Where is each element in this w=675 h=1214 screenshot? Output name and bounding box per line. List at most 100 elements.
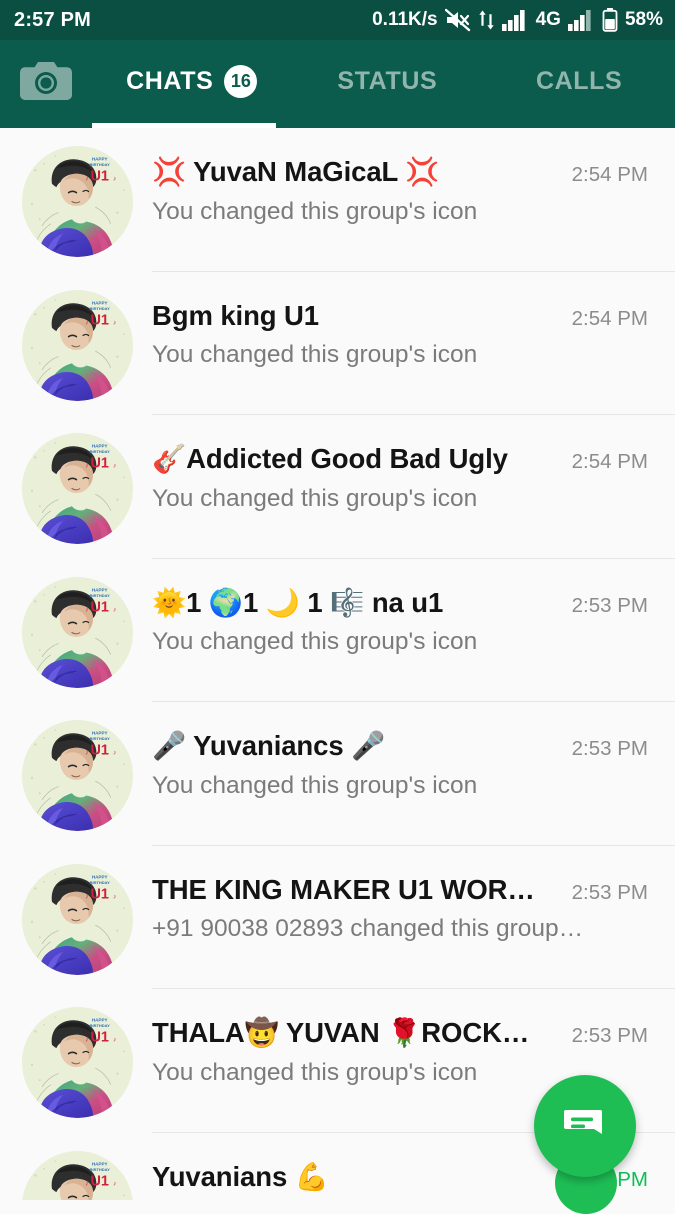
svg-text:♪: ♪: [85, 893, 88, 900]
chat-list-item[interactable]: HAPPY BIRTHDAY U1 ♪ ♪ Bgm king U1 2:54 P…: [0, 272, 675, 415]
svg-text:BIRTHDAY: BIRTHDAY: [90, 736, 111, 741]
chat-subtitle: You changed this group's icon: [152, 484, 478, 512]
signal-bars-icon: [501, 10, 525, 31]
avatar[interactable]: HAPPY BIRTHDAY U1 ♪ ♪: [22, 146, 133, 257]
avatar[interactable]: HAPPY BIRTHDAY U1 ♪ ♪: [22, 1150, 133, 1200]
chat-timestamp: 2:54 PM: [571, 163, 648, 186]
chat-row-body: 🎸Addicted Good Bad Ugly 2:54 PM You chan…: [152, 433, 648, 513]
svg-text:♪: ♪: [113, 606, 116, 613]
signal-bars-icon: [567, 10, 591, 31]
svg-text:BIRTHDAY: BIRTHDAY: [90, 1023, 111, 1028]
status-icons-group: 0.11K/s 4G 58%: [372, 8, 663, 32]
tab-bar: CHATS 16 STATUS CALLS: [0, 40, 675, 128]
mute-icon: [444, 8, 470, 32]
tab-status[interactable]: STATUS: [291, 40, 483, 128]
chat-title: 🎤 Yuvaniancs 🎤: [152, 730, 386, 761]
svg-text:♪: ♪: [85, 1180, 88, 1187]
new-chat-message-icon: [564, 1110, 602, 1134]
chat-list-item[interactable]: HAPPY BIRTHDAY U1 ♪ ♪ THE KING MAKER U1 …: [0, 846, 675, 989]
chat-title: 💢 YuvaN MaGicaL 💢: [152, 156, 440, 187]
svg-text:♪: ♪: [113, 1036, 116, 1043]
chat-row-body: Bgm king U1 2:54 PM You changed this gro…: [152, 290, 648, 370]
chat-title: THE KING MAKER U1 WOR…: [152, 873, 535, 905]
svg-text:♪: ♪: [85, 606, 88, 613]
chat-title: THALA🤠 YUVAN 🌹ROCK…: [152, 1017, 530, 1048]
chat-subtitle: You changed this group's icon: [152, 341, 478, 369]
chat-list-item[interactable]: HAPPY BIRTHDAY U1 ♪ ♪ 🌞1 🌍1 🌙 1 🎼 na u1 …: [0, 559, 675, 702]
svg-text:BIRTHDAY: BIRTHDAY: [90, 592, 111, 597]
svg-text:U1: U1: [90, 886, 108, 902]
chat-row-body: 💢 YuvaN MaGicaL 💢 2:54 PM You changed th…: [152, 146, 648, 226]
chat-title: 🎸Addicted Good Bad Ugly: [152, 443, 508, 474]
new-chat-fab[interactable]: [534, 1075, 636, 1177]
svg-text:HAPPY: HAPPY: [92, 730, 108, 735]
svg-text:U1: U1: [90, 742, 108, 758]
chat-subtitle: You changed this group's icon: [152, 771, 478, 799]
chat-timestamp: 2:53 PM: [571, 737, 648, 760]
tab-calls[interactable]: CALLS: [483, 40, 675, 128]
chat-row-body: THE KING MAKER U1 WOR… 2:53 PM +91 90038…: [152, 864, 648, 944]
chat-list-item[interactable]: HAPPY BIRTHDAY U1 ♪ ♪ 💢 YuvaN MaGicaL 💢 …: [0, 128, 675, 272]
svg-text:HAPPY: HAPPY: [92, 1017, 108, 1022]
tab-calls-label: CALLS: [535, 66, 623, 95]
chat-list-item[interactable]: HAPPY BIRTHDAY U1 ♪ ♪ 🎸Addicted Good Bad…: [0, 415, 675, 559]
svg-text:U1: U1: [90, 1173, 108, 1189]
svg-text:HAPPY: HAPPY: [92, 300, 108, 305]
chat-timestamp: 2:53 PM: [571, 1024, 648, 1047]
svg-text:♪: ♪: [113, 1180, 116, 1187]
svg-text:♪: ♪: [85, 462, 88, 469]
avatar[interactable]: HAPPY BIRTHDAY U1 ♪ ♪: [22, 1007, 133, 1118]
tab-chats-label: CHATS: [126, 66, 214, 95]
network-speed-label: 0.11K/s: [372, 9, 438, 30]
svg-text:♪: ♪: [113, 175, 116, 182]
tab-chats[interactable]: CHATS 16: [92, 40, 291, 128]
svg-text:♪: ♪: [113, 462, 116, 469]
network-type-label: 4G: [535, 9, 561, 30]
camera-icon: [20, 62, 72, 100]
chat-row-header: 🌞1 🌍1 🌙 1 🎼 na u1 2:53 PM: [152, 586, 648, 620]
svg-text:HAPPY: HAPPY: [92, 587, 108, 592]
chat-list[interactable]: HAPPY BIRTHDAY U1 ♪ ♪ 💢 YuvaN MaGicaL 💢 …: [0, 128, 675, 1200]
chat-row-header: THE KING MAKER U1 WOR… 2:53 PM: [152, 873, 648, 907]
chat-row-header: 🎤 Yuvaniancs 🎤 2:53 PM: [152, 729, 648, 763]
chat-row-body: 🌞1 🌍1 🌙 1 🎼 na u1 2:53 PM You changed th…: [152, 577, 648, 657]
svg-text:♪: ♪: [113, 749, 116, 756]
avatar[interactable]: HAPPY BIRTHDAY U1 ♪ ♪: [22, 289, 133, 401]
svg-text:♪: ♪: [113, 319, 116, 326]
svg-text:♪: ♪: [85, 1036, 88, 1043]
chat-list-item[interactable]: HAPPY BIRTHDAY U1 ♪ ♪ 🎤 Yuvaniancs 🎤 2:5…: [0, 702, 675, 846]
chat-timestamp: 2:54 PM: [571, 306, 648, 330]
chat-subtitle: You changed this group's icon: [152, 197, 478, 225]
svg-text:BIRTHDAY: BIRTHDAY: [90, 449, 111, 454]
chat-row-header: 💢 YuvaN MaGicaL 💢 2:54 PM: [152, 155, 648, 189]
svg-text:HAPPY: HAPPY: [92, 156, 108, 161]
avatar[interactable]: HAPPY BIRTHDAY U1 ♪ ♪: [22, 720, 133, 831]
battery-icon: [602, 8, 618, 32]
svg-text:U1: U1: [90, 599, 108, 615]
tab-camera[interactable]: [0, 40, 92, 128]
chat-row-header: Bgm king U1 2:54 PM: [152, 299, 648, 333]
svg-text:U1: U1: [90, 455, 108, 471]
chats-unread-badge: 16: [224, 64, 258, 98]
avatar[interactable]: HAPPY BIRTHDAY U1 ♪ ♪: [22, 433, 133, 544]
svg-text:BIRTHDAY: BIRTHDAY: [90, 879, 111, 884]
chat-row-header: THALA🤠 YUVAN 🌹ROCK… 2:53 PM: [152, 1016, 648, 1050]
svg-text:U1: U1: [90, 1029, 108, 1045]
svg-text:♪: ♪: [85, 749, 88, 756]
chat-title: Bgm king U1: [152, 299, 319, 331]
chat-row-body: 🎤 Yuvaniancs 🎤 2:53 PM You changed this …: [152, 720, 648, 800]
status-clock: 2:57 PM: [14, 8, 91, 31]
svg-text:BIRTHDAY: BIRTHDAY: [90, 1166, 111, 1171]
svg-text:HAPPY: HAPPY: [92, 1161, 108, 1166]
chat-timestamp: 2:53 PM: [571, 880, 648, 904]
chat-timestamp: 2:53 PM: [571, 593, 648, 617]
svg-text:HAPPY: HAPPY: [92, 874, 108, 879]
svg-text:BIRTHDAY: BIRTHDAY: [90, 162, 111, 167]
svg-text:♪: ♪: [113, 893, 116, 900]
avatar[interactable]: HAPPY BIRTHDAY U1 ♪ ♪: [22, 576, 133, 688]
battery-percent-label: 58%: [624, 9, 663, 30]
tab-status-label: STATUS: [337, 66, 438, 95]
avatar[interactable]: HAPPY BIRTHDAY U1 ♪ ♪: [22, 863, 133, 975]
svg-text:U1: U1: [90, 168, 108, 184]
chat-row-header: 🎸Addicted Good Bad Ugly 2:54 PM: [152, 442, 648, 476]
